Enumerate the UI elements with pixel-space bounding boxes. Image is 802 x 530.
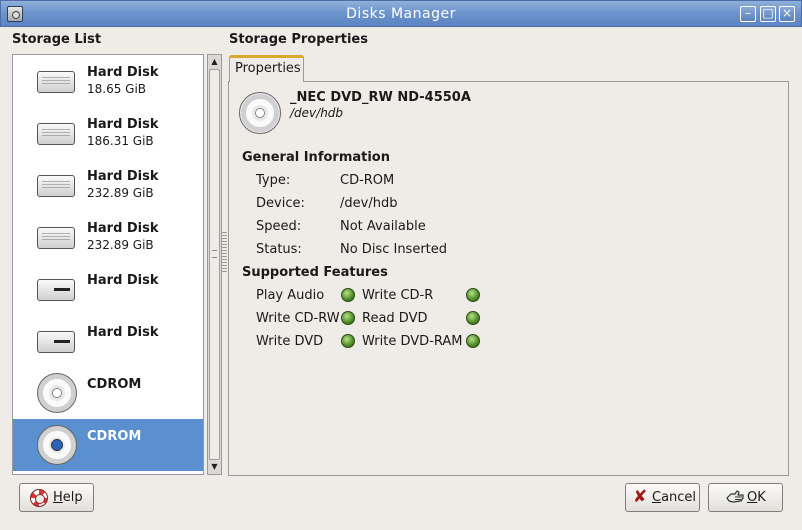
ok-label: K — [757, 490, 766, 505]
tab-label: Properties — [235, 61, 301, 76]
list-item[interactable]: CDROM — [13, 367, 203, 419]
help-icon — [30, 489, 48, 507]
help-button[interactable]: Help — [19, 483, 94, 512]
item-name: Hard Disk — [87, 221, 159, 236]
list-item[interactable]: Hard Disk 232.89 GiB — [13, 159, 203, 211]
item-name: Hard Disk — [87, 169, 159, 184]
hard-disk-icon — [37, 175, 75, 197]
cancel-mnemonic: C — [652, 490, 662, 505]
hard-disk-icon — [37, 123, 75, 145]
feature-status-led-icon — [466, 334, 480, 348]
feature-status-led-icon — [341, 311, 355, 325]
list-item[interactable]: Hard Disk — [13, 315, 203, 367]
cdrom-icon — [37, 425, 77, 465]
storage-properties-label: Storage Properties — [229, 32, 368, 47]
cancel-label: ancel — [661, 490, 697, 505]
help-label: elp — [62, 490, 83, 505]
cancel-button[interactable]: ✘ Cancel — [625, 483, 700, 512]
maximize-button[interactable]: □ — [760, 6, 776, 22]
help-mnemonic: H — [53, 490, 63, 505]
status-label: Status: — [256, 242, 302, 257]
removable-disk-icon — [37, 279, 75, 301]
storage-list-scrollbar[interactable]: ▲ ▼ — [207, 54, 222, 475]
speed-value: Not Available — [340, 219, 426, 234]
item-name: Hard Disk — [87, 65, 159, 80]
item-name: Hard Disk — [87, 117, 159, 132]
feature-label: Write CD-RW — [256, 311, 340, 326]
feature-status-led-icon — [341, 334, 355, 348]
feature-status-led-icon — [341, 288, 355, 302]
list-item[interactable]: Hard Disk 232.89 GiB — [13, 211, 203, 263]
close-button[interactable]: × — [779, 6, 795, 22]
list-item-selected[interactable]: CDROM — [13, 419, 203, 471]
pane-resize-handle[interactable] — [222, 232, 227, 272]
feature-label: Play Audio — [256, 288, 325, 303]
feature-label: Read DVD — [362, 311, 428, 326]
speed-label: Speed: — [256, 219, 302, 234]
feature-label: Write DVD — [256, 334, 324, 349]
title-bar[interactable]: Disks Manager – □ × — [0, 0, 802, 27]
cdrom-device-icon — [239, 92, 281, 134]
item-name: Hard Disk — [87, 273, 159, 288]
device-path: /dev/hdb — [290, 106, 344, 120]
removable-disk-icon — [37, 331, 75, 353]
device-value: /dev/hdb — [340, 196, 398, 211]
cancel-icon: ✘ — [633, 487, 648, 507]
feature-label: Write DVD-RAM — [362, 334, 463, 349]
supported-features-title: Supported Features — [242, 265, 388, 280]
list-item[interactable]: Hard Disk — [13, 263, 203, 315]
device-label: Device: — [256, 196, 305, 211]
scroll-down-arrow-icon[interactable]: ▼ — [208, 460, 221, 474]
item-name: CDROM — [87, 377, 142, 392]
hard-disk-icon — [37, 227, 75, 249]
cdrom-icon — [37, 373, 77, 413]
item-size: 18.65 GiB — [87, 82, 147, 96]
list-item[interactable]: Hard Disk 186.31 GiB — [13, 107, 203, 159]
item-size: 232.89 GiB — [87, 238, 154, 252]
tab-properties[interactable]: Properties — [229, 55, 304, 82]
ok-button[interactable]: OK — [708, 483, 783, 512]
feature-status-led-icon — [466, 288, 480, 302]
scroll-thumb[interactable] — [209, 69, 220, 460]
feature-label: Write CD-R — [362, 288, 434, 303]
ok-mnemonic: O — [747, 490, 758, 505]
general-information-title: General Information — [242, 150, 390, 165]
minimize-button[interactable]: – — [740, 6, 756, 22]
type-value: CD-ROM — [340, 173, 395, 188]
storage-list-label: Storage List — [12, 32, 102, 47]
hard-disk-icon — [37, 71, 75, 93]
storage-list[interactable]: Hard Disk 18.65 GiB Hard Disk 186.31 GiB… — [12, 54, 204, 475]
item-name: Hard Disk — [87, 325, 159, 340]
type-label: Type: — [256, 173, 291, 188]
window-title: Disks Manager — [346, 6, 456, 22]
feature-status-led-icon — [466, 311, 480, 325]
scroll-up-arrow-icon[interactable]: ▲ — [208, 55, 221, 69]
item-size: 232.89 GiB — [87, 186, 154, 200]
item-name: CDROM — [87, 429, 142, 444]
item-size: 186.31 GiB — [87, 134, 154, 148]
status-value: No Disc Inserted — [340, 242, 448, 257]
grip-icon — [212, 250, 217, 258]
list-item[interactable]: Hard Disk 18.65 GiB — [13, 55, 203, 107]
ok-hand-icon — [726, 490, 744, 503]
device-name: _NEC DVD_RW ND-4550A — [290, 90, 471, 105]
